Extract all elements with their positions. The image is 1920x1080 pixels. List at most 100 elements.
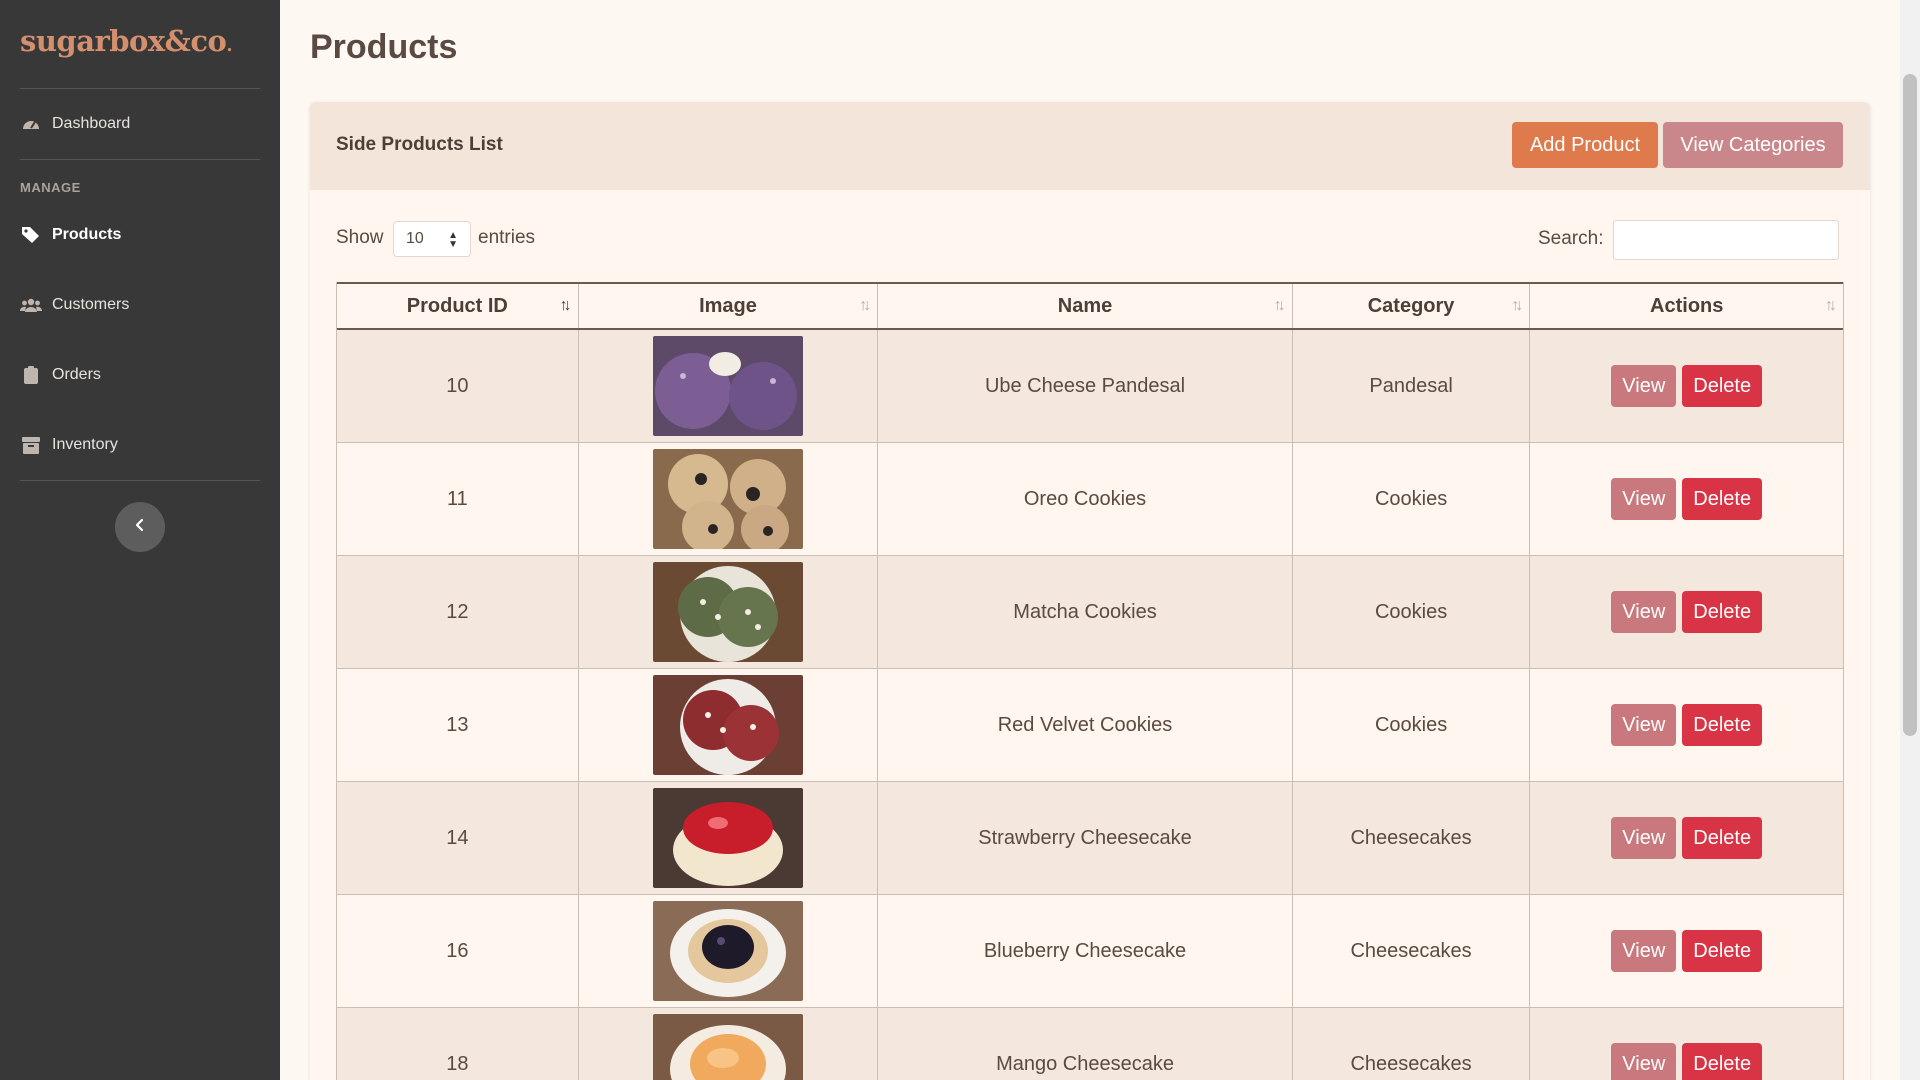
- gauge-icon: [20, 113, 42, 135]
- column-header-actions[interactable]: Actions ↑↓: [1530, 284, 1843, 328]
- cell-image: [579, 895, 879, 1007]
- sidebar-divider: [20, 159, 260, 160]
- column-header-image[interactable]: Image ↑↓: [579, 284, 879, 328]
- entries-select-value: 10: [406, 230, 424, 247]
- table-row: 10 Ube Cheese Pandesal Pandesal View Del…: [337, 330, 1843, 443]
- sort-ascending-icon: ↑↓: [559, 297, 572, 314]
- cell-actions: View Delete: [1530, 782, 1843, 894]
- sort-icon: ↑↓: [1273, 297, 1286, 314]
- delete-button[interactable]: Delete: [1682, 817, 1763, 859]
- sidebar-item-orders[interactable]: Orders: [20, 355, 260, 395]
- cell-product-id: 18: [337, 1008, 579, 1080]
- box-icon: [20, 434, 42, 456]
- cell-name: Blueberry Cheesecake: [878, 895, 1293, 1007]
- strawberry-cheesecake-photo: [652, 788, 803, 888]
- delete-button[interactable]: Delete: [1682, 930, 1763, 972]
- view-button[interactable]: View: [1611, 365, 1677, 407]
- table-row: 13 Red Velvet Cookies Cookies View Delet…: [337, 669, 1843, 782]
- brand-name: sugarbox&co: [20, 24, 227, 58]
- cell-name: Red Velvet Cookies: [878, 669, 1293, 781]
- select-arrows-icon: ▲ ▼: [448, 230, 458, 250]
- sidebar-item-customers[interactable]: Customers: [20, 285, 260, 325]
- entries-label: entries: [478, 227, 536, 248]
- delete-button[interactable]: Delete: [1682, 1043, 1763, 1080]
- sidebar-collapse-button[interactable]: [115, 502, 165, 552]
- search-input[interactable]: [1613, 220, 1839, 260]
- cell-actions: View Delete: [1530, 330, 1843, 442]
- view-button[interactable]: View: [1611, 591, 1677, 633]
- cell-name: Matcha Cookies: [878, 556, 1293, 668]
- mango-cheesecake-photo: [652, 1014, 803, 1080]
- cell-image: [579, 782, 879, 894]
- sidebar-item-label: Dashboard: [52, 115, 131, 132]
- cell-category: Cookies: [1293, 443, 1531, 555]
- column-header-label: Product ID: [406, 294, 508, 317]
- table-row: 12 Matcha Cookies Cookies View Delete: [337, 556, 1843, 669]
- card-title: Side Products List: [336, 134, 503, 155]
- column-header-label: Category: [1367, 294, 1455, 317]
- sidebar-item-products[interactable]: Products: [20, 215, 260, 255]
- sidebar-item-dashboard[interactable]: Dashboard: [20, 104, 260, 144]
- matcha-cookies-photo: [652, 562, 803, 662]
- cell-category: Cheesecakes: [1293, 895, 1531, 1007]
- oreo-cookies-photo: [652, 449, 803, 549]
- table-header: Product ID ↑↓ Image ↑↓ Name ↑↓ Category …: [337, 282, 1843, 330]
- cell-actions: View Delete: [1530, 556, 1843, 668]
- cell-product-id: 11: [337, 443, 579, 555]
- card-header: Side Products List Add Product View Cate…: [310, 102, 1870, 190]
- column-header-label: Actions: [1650, 294, 1724, 317]
- page-scrollbar-thumb[interactable]: [1903, 74, 1917, 736]
- sidebar: sugarbox&co. Dashboard MANAGE Products C…: [0, 0, 280, 1080]
- cell-name: Strawberry Cheesecake: [878, 782, 1293, 894]
- column-header-category[interactable]: Category ↑↓: [1293, 284, 1531, 328]
- sidebar-item-inventory[interactable]: Inventory: [20, 425, 260, 465]
- blueberry-cheesecake-photo: [652, 901, 803, 1001]
- cell-image: [579, 556, 879, 668]
- sort-icon: ↑↓: [1825, 297, 1837, 314]
- brand-dot: .: [226, 35, 233, 56]
- clipboard-icon: [20, 364, 42, 386]
- sidebar-section-heading: MANAGE: [20, 180, 81, 195]
- column-header-product-id[interactable]: Product ID ↑↓: [337, 284, 579, 328]
- sidebar-divider: [20, 88, 260, 89]
- cell-product-id: 10: [337, 330, 579, 442]
- cell-category: Pandesal: [1293, 330, 1531, 442]
- ube-pandesal-photo: [652, 336, 803, 436]
- cell-product-id: 14: [337, 782, 579, 894]
- column-header-name[interactable]: Name ↑↓: [878, 284, 1293, 328]
- cell-category: Cheesecakes: [1293, 782, 1531, 894]
- products-card: Side Products List Add Product View Cate…: [310, 102, 1870, 1080]
- cell-image: [579, 443, 879, 555]
- delete-button[interactable]: Delete: [1682, 591, 1763, 633]
- delete-button[interactable]: Delete: [1682, 365, 1763, 407]
- table-row: 11 Oreo Cookies Cookies View Delete: [337, 443, 1843, 556]
- table-row: 18 Mango Cheesecake Cheesecakes View Del…: [337, 1008, 1843, 1080]
- cell-name: Mango Cheesecake: [878, 1008, 1293, 1080]
- users-icon: [20, 294, 42, 316]
- show-label: Show: [336, 227, 384, 248]
- cell-category: Cookies: [1293, 556, 1531, 668]
- sidebar-item-label: Products: [52, 226, 122, 243]
- view-button[interactable]: View: [1611, 478, 1677, 520]
- cell-product-id: 12: [337, 556, 579, 668]
- brand-logo[interactable]: sugarbox&co.: [20, 24, 233, 58]
- view-button[interactable]: View: [1611, 1043, 1677, 1080]
- column-header-label: Name: [1057, 294, 1113, 317]
- cell-name: Oreo Cookies: [878, 443, 1293, 555]
- sidebar-item-label: Inventory: [52, 436, 118, 453]
- chevron-left-icon: [134, 518, 146, 537]
- view-button[interactable]: View: [1611, 930, 1677, 972]
- delete-button[interactable]: Delete: [1682, 478, 1763, 520]
- view-button[interactable]: View: [1611, 817, 1677, 859]
- view-button[interactable]: View: [1611, 704, 1677, 746]
- view-categories-button[interactable]: View Categories: [1663, 122, 1843, 168]
- column-header-label: Image: [699, 294, 757, 317]
- cell-image: [579, 1008, 879, 1080]
- sort-icon: ↑↓: [1511, 297, 1523, 314]
- entries-select[interactable]: 10 ▲ ▼: [393, 221, 471, 257]
- sort-icon: ↑↓: [859, 297, 871, 314]
- add-product-button[interactable]: Add Product: [1512, 122, 1658, 168]
- sidebar-divider: [20, 480, 260, 481]
- sidebar-item-label: Orders: [52, 366, 101, 383]
- delete-button[interactable]: Delete: [1682, 704, 1763, 746]
